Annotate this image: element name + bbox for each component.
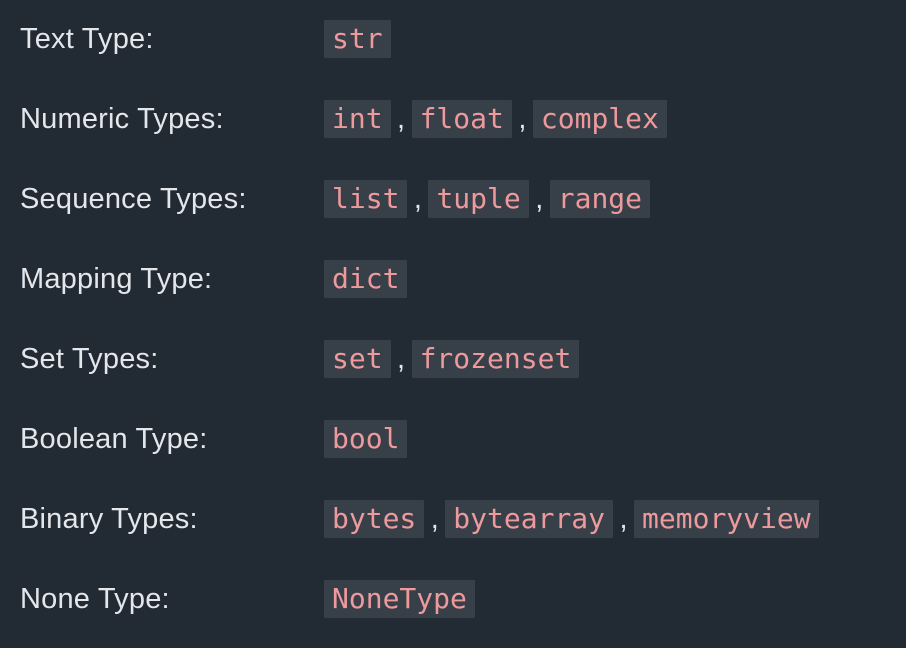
row-label: Text Type:: [20, 23, 154, 55]
row-boolean-type: Boolean Type: bool: [0, 419, 906, 459]
type-code-set: set: [324, 340, 391, 378]
row-values: str: [324, 19, 391, 59]
type-code-tuple: tuple: [428, 180, 529, 218]
separator: ,: [397, 103, 406, 135]
row-set-types: Set Types: set, frozenset: [0, 339, 906, 379]
type-code-dict: dict: [324, 260, 408, 298]
row-label: Boolean Type:: [20, 423, 208, 455]
row-label: Mapping Type:: [20, 263, 213, 295]
row-text-type: Text Type: str: [0, 19, 906, 59]
type-code-nonetype: NoneType: [324, 580, 475, 618]
row-mapping-type: Mapping Type: dict: [0, 259, 906, 299]
type-code-complex: complex: [532, 100, 667, 138]
row-values: list, tuple, range: [324, 179, 651, 219]
type-code-bytearray: bytearray: [445, 500, 614, 538]
row-label: None Type:: [20, 583, 170, 615]
separator: ,: [397, 343, 406, 375]
row-values: int, float, complex: [324, 99, 667, 139]
python-data-types-table: Text Type: str Numeric Types: int, float,…: [0, 0, 906, 648]
separator: ,: [413, 183, 422, 215]
row-values: dict: [324, 259, 408, 299]
row-none-type: None Type: NoneType: [0, 579, 906, 619]
row-label: Sequence Types:: [20, 183, 247, 215]
separator: ,: [518, 103, 527, 135]
type-code-frozenset: frozenset: [411, 340, 580, 378]
row-label: Set Types:: [20, 343, 159, 375]
row-binary-types: Binary Types: bytes, bytearray, memoryview: [0, 499, 906, 539]
row-label: Binary Types:: [20, 503, 198, 535]
type-code-memoryview: memoryview: [634, 500, 819, 538]
type-code-int: int: [324, 100, 391, 138]
row-label: Numeric Types:: [20, 103, 224, 135]
row-values: NoneType: [324, 579, 475, 619]
row-values: bool: [324, 419, 408, 459]
separator: ,: [619, 503, 628, 535]
row-values: bytes, bytearray, memoryview: [324, 499, 819, 539]
type-code-float: float: [411, 100, 512, 138]
separator: ,: [430, 503, 439, 535]
type-code-str: str: [324, 20, 391, 58]
type-code-range: range: [549, 180, 651, 218]
row-values: set, frozenset: [324, 339, 580, 379]
type-code-bytes: bytes: [324, 500, 425, 538]
separator: ,: [535, 183, 544, 215]
type-code-list: list: [324, 180, 408, 218]
type-code-bool: bool: [324, 420, 408, 458]
row-numeric-types: Numeric Types: int, float, complex: [0, 99, 906, 139]
row-sequence-types: Sequence Types: list, tuple, range: [0, 179, 906, 219]
